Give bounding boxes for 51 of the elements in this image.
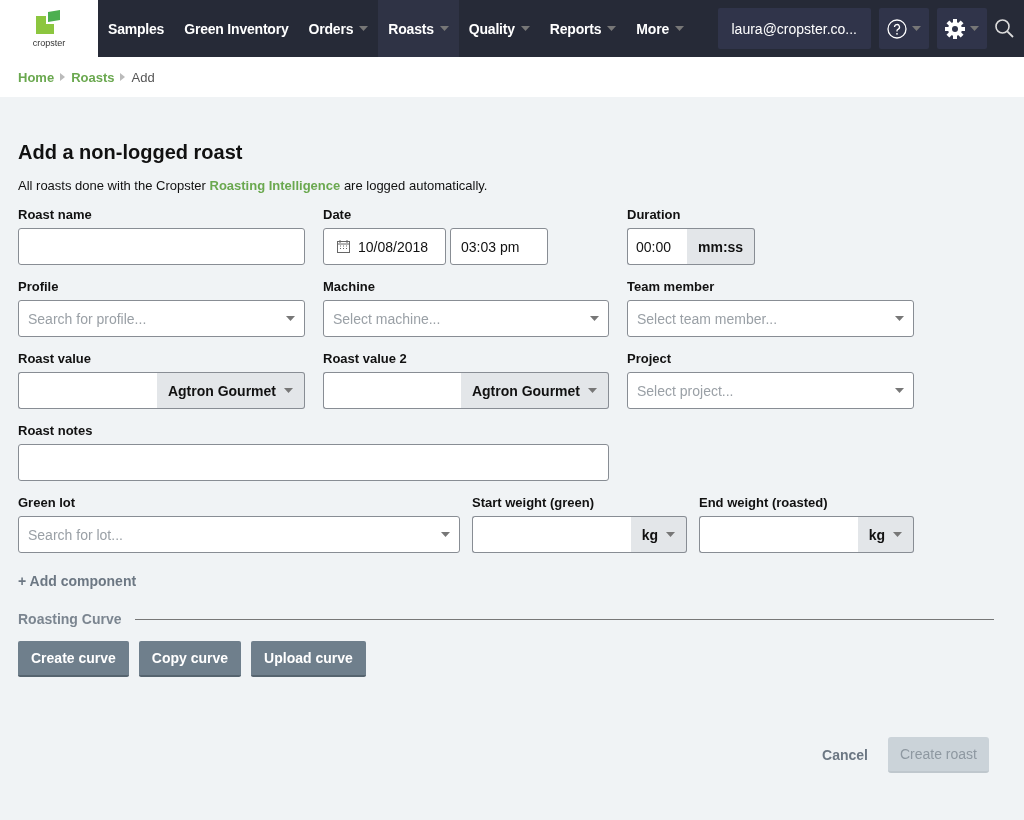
caret-icon [912, 26, 921, 31]
add-component-link[interactable]: + Add component [18, 573, 137, 589]
field-label: Date [323, 207, 353, 222]
caret-icon [590, 316, 599, 321]
caret-icon [441, 532, 450, 537]
date-field[interactable]: 10/08/2018 [323, 228, 446, 265]
field-label: Duration [627, 207, 682, 222]
field-label: End weight (roasted) [699, 495, 829, 510]
leaf-logo-icon [36, 9, 62, 34]
calendar-icon [337, 240, 350, 253]
nav-menu-item[interactable]: Roasts [378, 0, 459, 57]
caret-icon [895, 388, 904, 393]
breadcrumb-current: Add [131, 69, 155, 85]
help-icon [887, 18, 907, 39]
field-label: Team member [627, 279, 716, 294]
logo[interactable]: cropster [0, 0, 98, 57]
field-label: Machine [323, 279, 376, 294]
user-menu[interactable]: laura@cropster.co... [717, 8, 871, 49]
caret-icon [970, 26, 979, 31]
field-label: Roast name [18, 207, 93, 222]
nav-menu-item[interactable]: Samples [98, 0, 175, 57]
nav-menu-item[interactable]: Green Inventory [174, 0, 299, 57]
field-label: Roast value 2 [323, 351, 408, 366]
nav-menu-item[interactable]: Reports [539, 0, 627, 57]
caret-icon [286, 316, 295, 321]
text-field[interactable] [18, 228, 305, 265]
nav-menu-item[interactable]: Orders [298, 0, 379, 57]
page-title: Add a non-logged roast [18, 141, 244, 164]
field-label: Start weight (green) [472, 495, 596, 510]
field-label: Roast value [18, 351, 92, 366]
text-field[interactable] [18, 444, 609, 481]
curve-button[interactable]: Upload curve [251, 641, 366, 677]
section-title: Roasting Curve [18, 611, 122, 627]
field-label: Roast notes [18, 423, 94, 438]
settings-icon [945, 18, 965, 39]
intro-text: All roasts done with the Cropster Roasting Intelligence are logged automatically. [18, 178, 489, 193]
time-field[interactable]: 03:03 pm [450, 228, 548, 265]
help-menu[interactable] [879, 8, 929, 49]
field-label: Project [627, 351, 673, 366]
field-label: Profile [18, 279, 60, 294]
field-label: Green lot [18, 495, 77, 510]
chevron-icon [120, 73, 126, 81]
nav-menu-item[interactable]: Quality [458, 0, 540, 57]
curve-button[interactable]: Copy curve [138, 641, 242, 677]
search-icon[interactable] [995, 19, 1014, 38]
cancel-link[interactable]: Cancel [822, 747, 868, 763]
nav-menu-item[interactable]: More [626, 0, 694, 57]
caret-icon [895, 316, 904, 321]
chevron-icon [60, 73, 66, 81]
curve-button[interactable]: Create curve [18, 641, 129, 677]
settings-menu[interactable] [937, 8, 987, 49]
